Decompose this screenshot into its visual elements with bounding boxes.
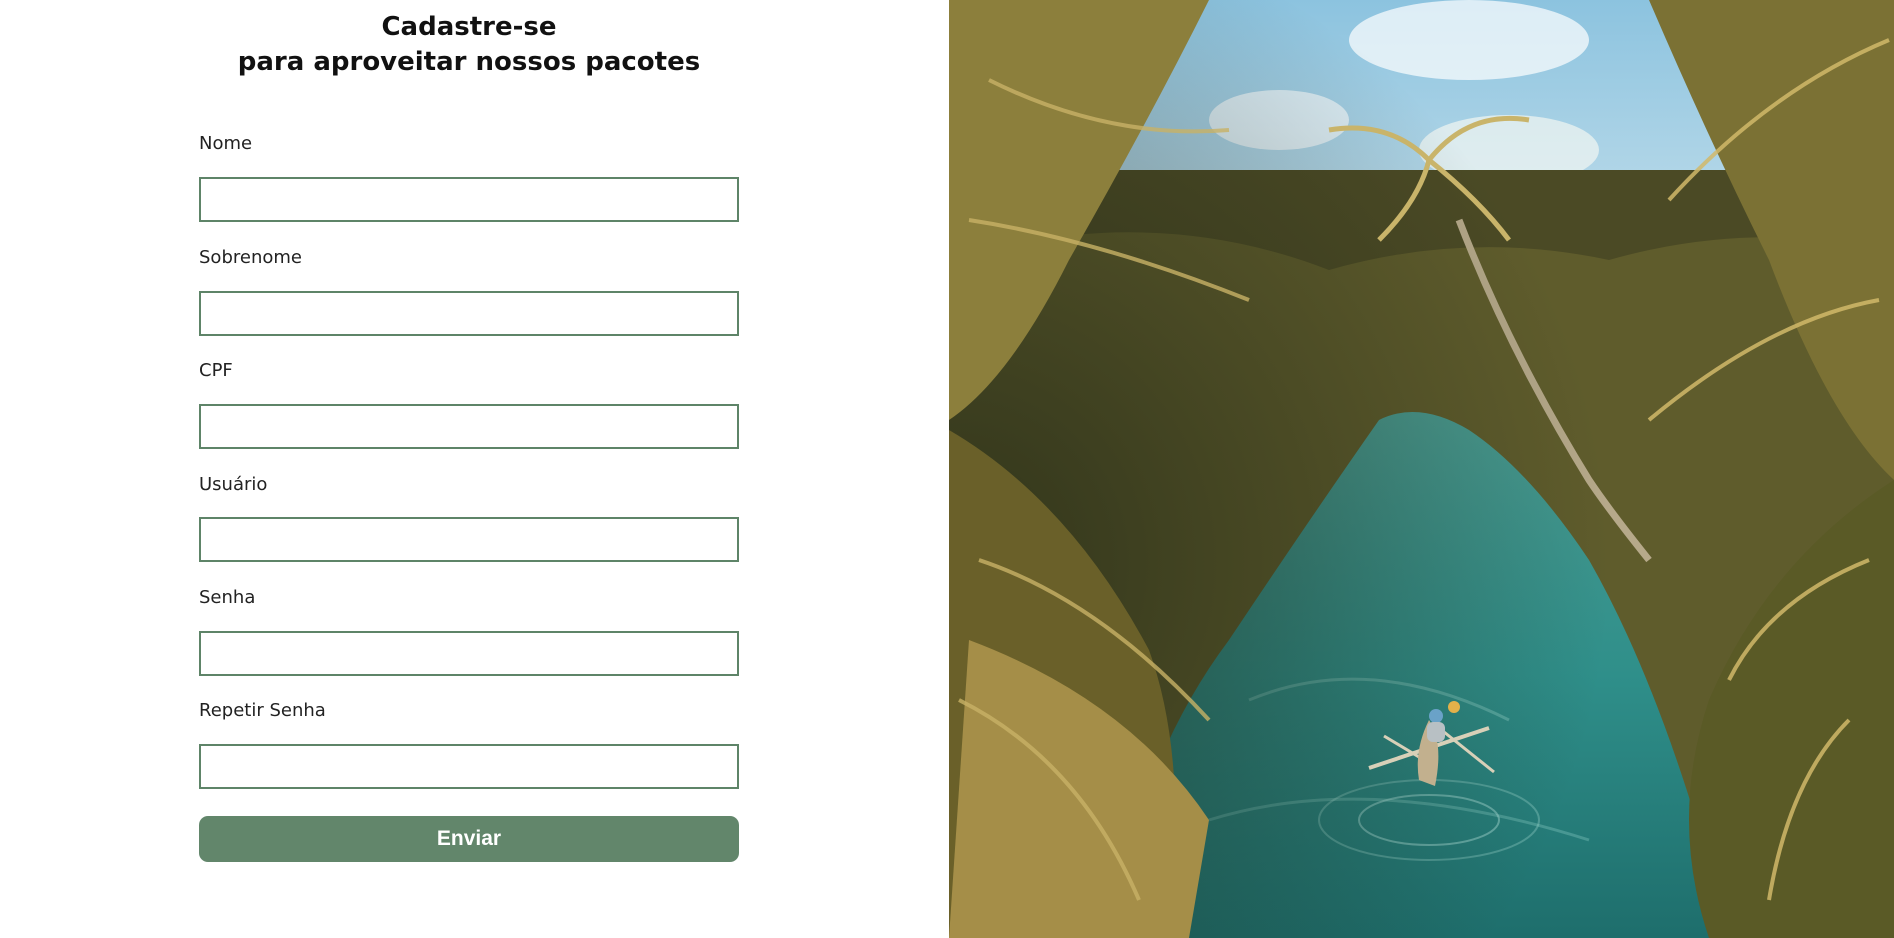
hero-photo xyxy=(949,0,1894,938)
enviar-button[interactable]: Enviar xyxy=(199,816,739,862)
title-line-1: Cadastre-se xyxy=(381,12,557,42)
senha-input[interactable] xyxy=(199,631,739,676)
usuario-label: Usuário xyxy=(199,474,268,495)
nome-label: Nome xyxy=(199,133,253,154)
sobrenome-input[interactable] xyxy=(199,291,739,336)
cpf-label: CPF xyxy=(199,360,233,381)
usuario-input[interactable] xyxy=(199,517,739,562)
title-line-2: para aproveitar nossos pacotes xyxy=(237,47,701,77)
repetir-senha-label: Repetir Senha xyxy=(199,700,326,721)
senha-label: Senha xyxy=(199,587,256,608)
nome-input[interactable] xyxy=(199,177,739,222)
tropical-river-image xyxy=(949,0,1894,938)
page-title: Cadastre-se para aproveitar nossos pacot… xyxy=(0,10,938,80)
sobrenome-label: Sobrenome xyxy=(199,247,302,268)
cpf-input[interactable] xyxy=(199,404,739,449)
signup-form-panel: Cadastre-se para aproveitar nossos pacot… xyxy=(0,0,949,938)
repetir-senha-input[interactable] xyxy=(199,744,739,789)
